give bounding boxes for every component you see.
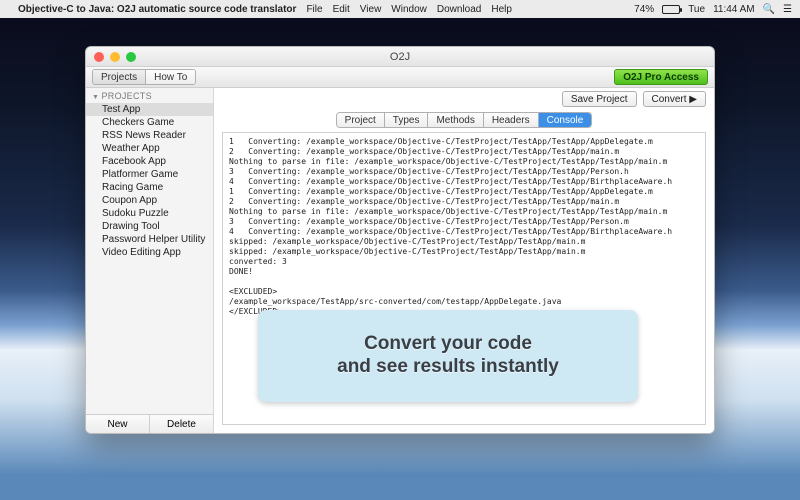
sidebar-item[interactable]: Sudoku Puzzle (86, 207, 213, 220)
content-tab-console[interactable]: Console (539, 113, 592, 127)
notification-center-icon[interactable]: ☰ (783, 4, 792, 15)
clock-time: 11:44 AM (713, 4, 755, 15)
delete-project-button[interactable]: Delete (150, 415, 213, 433)
tab-projects[interactable]: Projects (93, 70, 146, 84)
sidebar-item[interactable]: Checkers Game (86, 116, 213, 129)
new-project-button[interactable]: New (86, 415, 150, 433)
content-tab-types[interactable]: Types (385, 113, 429, 127)
window-title: O2J (86, 51, 714, 63)
battery-icon (662, 5, 680, 14)
project-list: Test AppCheckers GameRSS News ReaderWeat… (86, 103, 213, 414)
tab-howto[interactable]: How To (146, 70, 195, 84)
menu-download[interactable]: Download (437, 4, 481, 15)
sidebar-item[interactable]: Racing Game (86, 181, 213, 194)
sidebar-item[interactable]: Weather App (86, 142, 213, 155)
menubar-app-title[interactable]: Objective-C to Java: O2J automatic sourc… (18, 4, 296, 15)
sidebar-item[interactable]: Facebook App (86, 155, 213, 168)
sidebar-item[interactable]: Password Helper Utility (86, 233, 213, 246)
menu-window[interactable]: Window (391, 4, 427, 15)
callout-line2: and see results instantly (337, 356, 559, 379)
callout-line1: Convert your code (337, 333, 559, 356)
content-tabs: ProjectTypesMethodsHeadersConsole (336, 112, 593, 128)
spotlight-icon[interactable]: 🔍 (763, 4, 775, 15)
desktop: Objective-C to Java: O2J automatic sourc… (0, 0, 800, 500)
sidebar-item[interactable]: Test App (86, 103, 213, 116)
toolbar: Projects How To O2J Pro Access (86, 67, 714, 88)
pro-access-button[interactable]: O2J Pro Access (614, 69, 708, 85)
sidebar-item[interactable]: Coupon App (86, 194, 213, 207)
sidebar-item[interactable]: Video Editing App (86, 246, 213, 259)
content-tab-methods[interactable]: Methods (428, 113, 483, 127)
clock-day: Tue (688, 4, 705, 15)
menu-help[interactable]: Help (491, 4, 512, 15)
sidebar-item[interactable]: Platformer Game (86, 168, 213, 181)
menu-file[interactable]: File (306, 4, 322, 15)
content-tab-headers[interactable]: Headers (484, 113, 539, 127)
macos-menubar: Objective-C to Java: O2J automatic sourc… (0, 0, 800, 18)
promo-callout: Convert your code and see results instan… (258, 310, 638, 402)
window-titlebar[interactable]: O2J (86, 47, 714, 67)
battery-pct: 74% (634, 4, 654, 15)
sidebar-item[interactable]: RSS News Reader (86, 129, 213, 142)
menu-edit[interactable]: Edit (333, 4, 350, 15)
save-project-button[interactable]: Save Project (562, 91, 637, 107)
sidebar-header[interactable]: PROJECTS (86, 88, 213, 103)
menu-view[interactable]: View (360, 4, 382, 15)
sidebar: PROJECTS Test AppCheckers GameRSS News R… (86, 88, 214, 433)
convert-button[interactable]: Convert ▶ (643, 91, 706, 107)
sidebar-item[interactable]: Drawing Tool (86, 220, 213, 233)
content-tab-project[interactable]: Project (337, 113, 385, 127)
toolbar-tabs: Projects How To (92, 69, 196, 85)
